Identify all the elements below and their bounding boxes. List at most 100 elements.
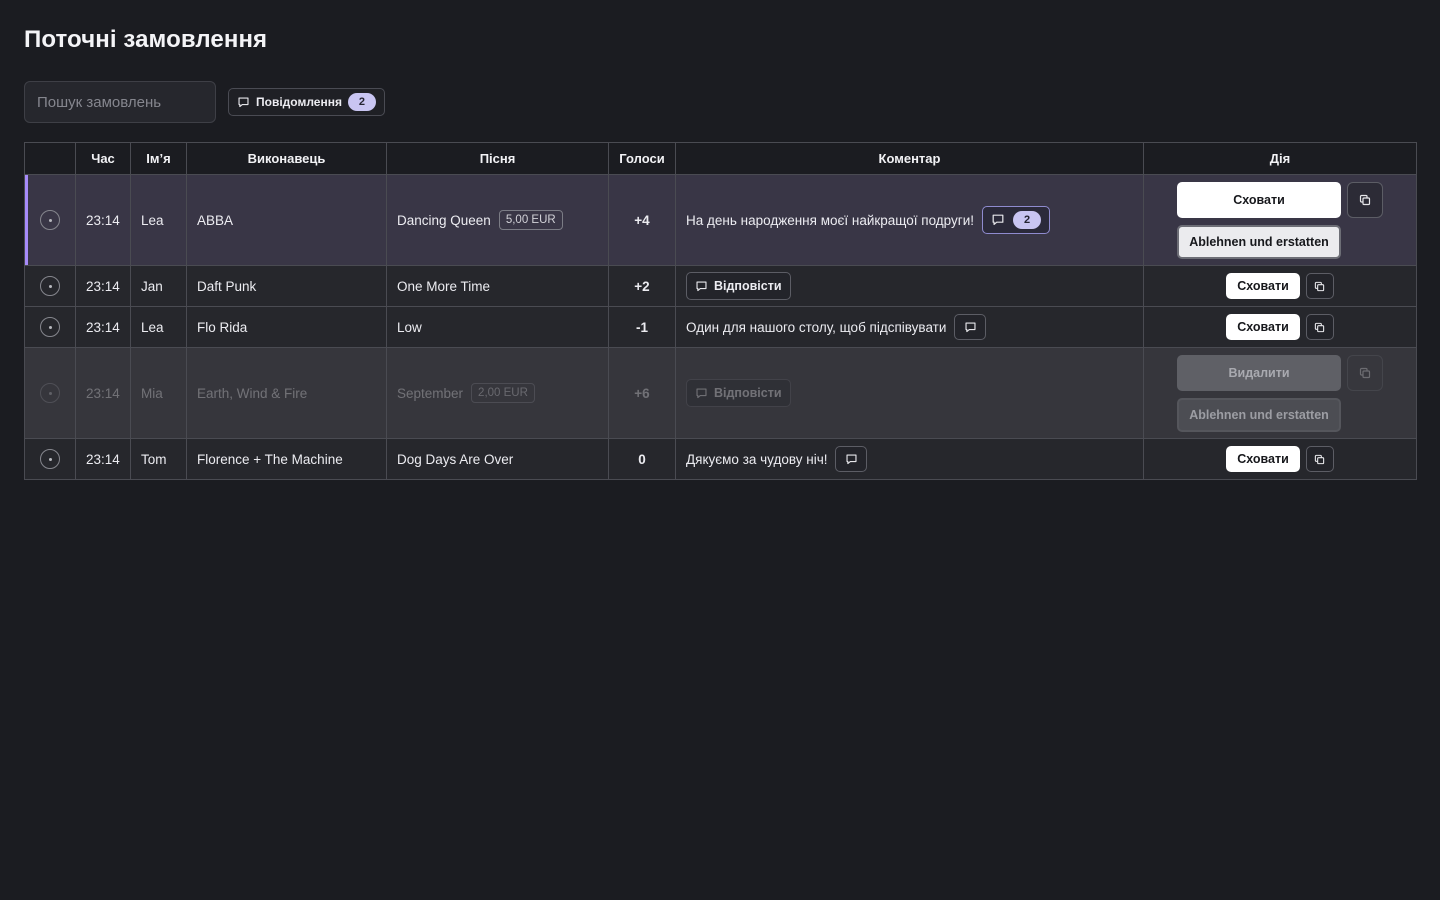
- reject-refund-button[interactable]: Ablehnen und erstatten: [1177, 397, 1341, 432]
- chat-bubble-icon: [964, 321, 977, 334]
- comment-cell: Один для нашого столу, щоб підспівувати: [675, 306, 1144, 348]
- comment-reply-button[interactable]: [835, 446, 868, 472]
- delete-button[interactable]: Видалити: [1177, 354, 1341, 391]
- artist-cell: Earth, Wind & Fire: [186, 347, 387, 439]
- time-cell: 23:14: [75, 438, 131, 480]
- reply-label: Відповісти: [714, 386, 782, 400]
- orders-page: Поточні замовлення Повідомлення 2 Час Ім…: [0, 0, 1440, 900]
- column-header-song: Пісня: [386, 142, 609, 175]
- chat-bubble-icon: [845, 453, 858, 466]
- column-header-action: Дія: [1143, 142, 1417, 175]
- reply-button[interactable]: Відповісти: [686, 379, 791, 407]
- action-cell: Видалити Ablehnen und erstatten: [1143, 347, 1417, 439]
- comment-text: На день народження моєї найкращої подруг…: [686, 212, 974, 228]
- messages-count-badge: 2: [347, 93, 376, 111]
- price-badge: 2,00 EUR: [471, 383, 535, 403]
- status-cell: [24, 306, 76, 348]
- copy-icon: [1359, 367, 1371, 379]
- artist-cell: Daft Punk: [186, 265, 387, 307]
- comment-count-badge: 2: [1013, 211, 1041, 229]
- status-cell: [24, 347, 76, 439]
- reply-button[interactable]: Відповісти: [686, 272, 791, 300]
- comment-cell: Відповісти: [675, 347, 1144, 439]
- copy-button[interactable]: [1305, 314, 1334, 340]
- status-cell: [24, 174, 76, 266]
- status-dot-icon[interactable]: [40, 383, 60, 403]
- table-row: 23:14 Mia Earth, Wind & Fire September 2…: [24, 347, 1417, 439]
- action-cell: Сховати: [1143, 438, 1417, 480]
- copy-button[interactable]: [1347, 181, 1383, 218]
- time-cell: 23:14: [75, 174, 131, 266]
- copy-icon: [1314, 281, 1325, 292]
- name-cell: Tom: [130, 438, 187, 480]
- page-title: Поточні замовлення: [24, 26, 268, 53]
- time-cell: 23:14: [75, 265, 131, 307]
- action-cell: Сховати: [1143, 265, 1417, 307]
- comment-cell: На день народження моєї найкращої подруг…: [675, 174, 1144, 266]
- table-row: 23:14 Tom Florence + The Machine Dog Day…: [24, 438, 1417, 480]
- votes-cell: +2: [608, 265, 676, 307]
- status-cell: [24, 265, 76, 307]
- artist-cell: Florence + The Machine: [186, 438, 387, 480]
- comment-thread-button[interactable]: 2: [982, 206, 1050, 234]
- time-cell: 23:14: [75, 306, 131, 348]
- chat-bubble-icon: [695, 387, 708, 400]
- comment-cell: Дякуємо за чудову ніч!: [675, 438, 1144, 480]
- song-cell: Dog Days Are Over: [386, 438, 609, 480]
- copy-icon: [1359, 194, 1371, 206]
- comment-cell: Відповісти: [675, 265, 1144, 307]
- reject-refund-button[interactable]: Ablehnen und erstatten: [1177, 224, 1341, 259]
- chat-bubble-icon: [991, 213, 1005, 227]
- copy-button[interactable]: [1305, 273, 1334, 299]
- copy-button[interactable]: [1347, 354, 1383, 391]
- song-cell: Dancing Queen 5,00 EUR: [386, 174, 609, 266]
- comment-reply-button[interactable]: [954, 314, 987, 340]
- hide-button[interactable]: Сховати: [1177, 181, 1341, 218]
- table-row: 23:14 Jan Daft Punk One More Time +2 Від…: [24, 265, 1417, 307]
- status-cell: [24, 438, 76, 480]
- song-cell: September 2,00 EUR: [386, 347, 609, 439]
- status-dot-icon[interactable]: [40, 317, 60, 337]
- column-header-time: Час: [75, 142, 131, 175]
- action-cell: Сховати Ablehnen und erstatten: [1143, 174, 1417, 266]
- name-cell: Lea: [130, 306, 187, 348]
- table-header-row: Час Ім’я Виконавець Пісня Голоси Комента…: [24, 142, 1417, 175]
- column-header-name: Ім’я: [130, 142, 187, 175]
- name-cell: Mia: [130, 347, 187, 439]
- artist-cell: Flo Rida: [186, 306, 387, 348]
- column-header-comment: Коментар: [675, 142, 1144, 175]
- column-header-status: [24, 142, 76, 175]
- comment-text: Дякуємо за чудову ніч!: [686, 451, 828, 467]
- hide-button[interactable]: Сховати: [1226, 273, 1300, 299]
- copy-icon: [1314, 322, 1325, 333]
- price-badge: 5,00 EUR: [498, 210, 563, 230]
- table-row: 23:14 Lea Flo Rida Low -1 Один для нашог…: [24, 306, 1417, 348]
- artist-cell: ABBA: [186, 174, 387, 266]
- status-dot-icon[interactable]: [40, 276, 60, 296]
- hide-button[interactable]: Сховати: [1226, 314, 1300, 340]
- messages-label: Повідомлення: [256, 95, 342, 109]
- votes-cell: -1: [608, 306, 676, 348]
- votes-cell: +6: [608, 347, 676, 439]
- search-input[interactable]: [24, 81, 216, 123]
- copy-button[interactable]: [1305, 446, 1334, 472]
- table-row: 23:14 Lea ABBA Dancing Queen 5,00 EUR +4…: [24, 174, 1417, 266]
- toolbar: Повідомлення 2: [24, 81, 385, 123]
- action-cell: Сховати: [1143, 306, 1417, 348]
- song-cell: Low: [386, 306, 609, 348]
- comment-text: Один для нашого столу, щоб підспівувати: [686, 319, 947, 335]
- status-dot-icon[interactable]: [40, 210, 60, 230]
- messages-button[interactable]: Повідомлення 2: [228, 88, 385, 116]
- song-title: Dancing Queen: [397, 212, 491, 228]
- time-cell: 23:14: [75, 347, 131, 439]
- song-cell: One More Time: [386, 265, 609, 307]
- song-title: September: [397, 385, 464, 401]
- orders-table: Час Ім’я Виконавець Пісня Голоси Комента…: [24, 142, 1417, 480]
- reply-label: Відповісти: [714, 279, 782, 293]
- copy-icon: [1314, 454, 1325, 465]
- name-cell: Jan: [130, 265, 187, 307]
- hide-button[interactable]: Сховати: [1226, 446, 1300, 472]
- status-dot-icon[interactable]: [40, 449, 60, 469]
- column-header-artist: Виконавець: [186, 142, 387, 175]
- votes-cell: 0: [608, 438, 676, 480]
